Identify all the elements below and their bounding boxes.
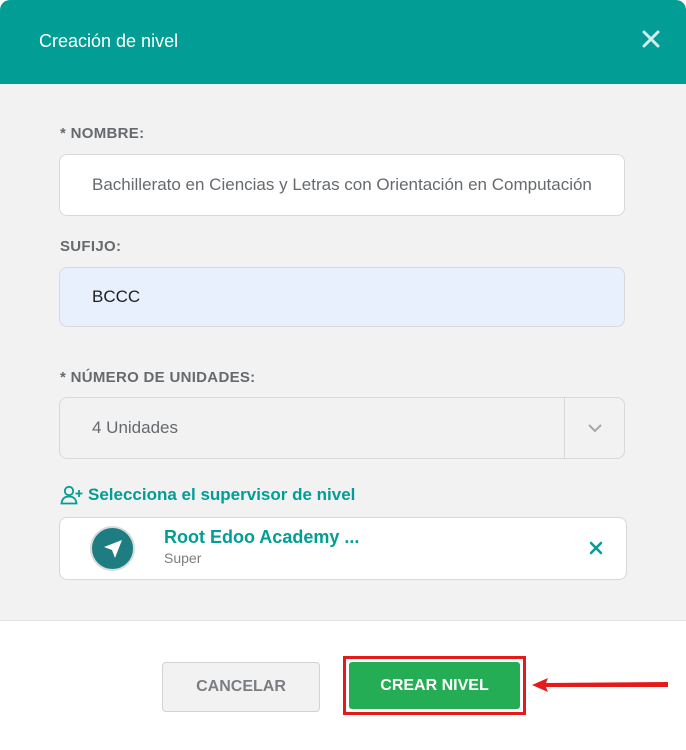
send-icon	[104, 540, 122, 558]
add-user-icon	[60, 485, 83, 505]
cancel-button[interactable]: CANCELAR	[162, 662, 320, 712]
modal-footer: CANCELAR CREAR NIVEL	[0, 620, 686, 750]
supervisor-card: Root Edoo Academy ... Super	[59, 517, 627, 580]
select-supervisor-label: Selecciona el supervisor de nivel	[88, 485, 356, 504]
chevron-down-icon[interactable]	[586, 422, 604, 434]
unidades-value: 4 Unidades	[92, 418, 179, 437]
supervisor-role: Super	[164, 550, 202, 566]
nombre-label: * NOMBRE:	[60, 125, 145, 142]
create-button-highlight: CREAR NIVEL	[343, 656, 526, 715]
modal-dialog: Creación de nivel * NOMBRE: Bachillerato…	[0, 0, 686, 750]
avatar	[90, 526, 135, 571]
nombre-value: Bachillerato en Ciencias y Letras con Or…	[92, 175, 592, 194]
create-level-button[interactable]: CREAR NIVEL	[349, 662, 520, 709]
supervisor-name: Root Edoo Academy ...	[164, 527, 360, 547]
sufijo-value: BCCC	[92, 287, 141, 306]
sufijo-label: SUFIJO:	[60, 238, 122, 255]
select-supervisor-link[interactable]: Selecciona el supervisor de nivel	[60, 484, 355, 506]
arrow-left-icon	[532, 678, 668, 692]
select-divider	[564, 398, 565, 458]
close-icon[interactable]	[642, 30, 660, 48]
modal-title: Creación de nivel	[39, 31, 179, 51]
sufijo-field[interactable]: BCCC	[59, 267, 625, 327]
modal-header: Creación de nivel	[0, 0, 686, 84]
remove-icon[interactable]	[589, 541, 603, 555]
unidades-select[interactable]: 4 Unidades	[59, 397, 625, 459]
nombre-field[interactable]: Bachillerato en Ciencias y Letras con Or…	[59, 154, 625, 216]
unidades-label: * NÚMERO DE UNIDADES:	[60, 369, 256, 386]
